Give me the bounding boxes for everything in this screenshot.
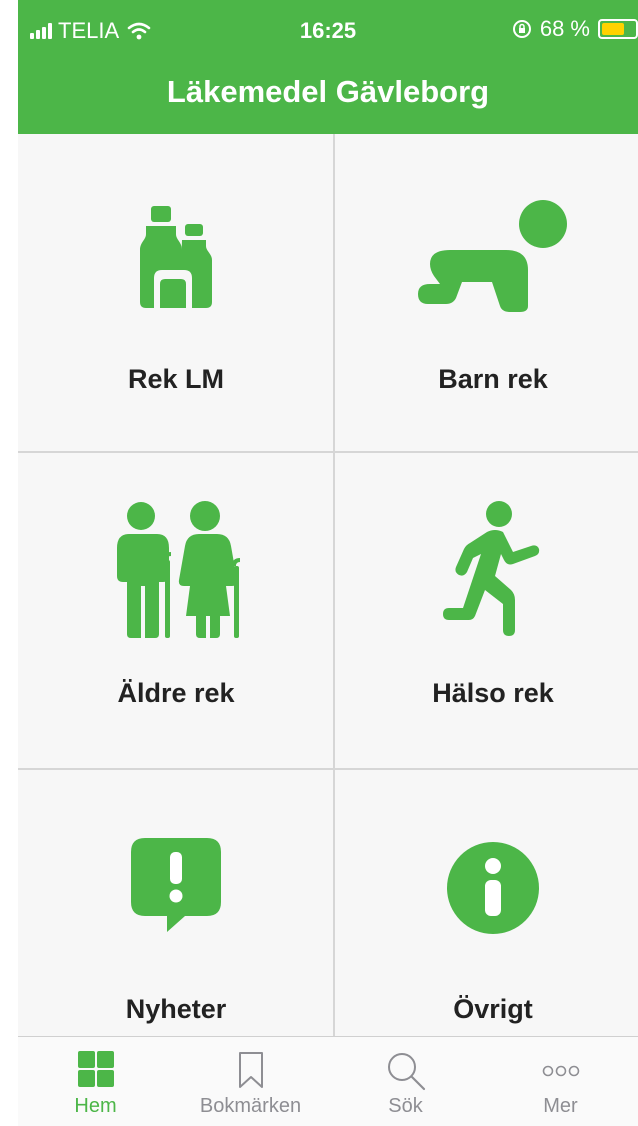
more-icon — [542, 1065, 579, 1077]
grid-divider-horizontal — [18, 768, 638, 770]
battery-percent: 68 % — [539, 16, 590, 41]
running-person-icon — [443, 501, 540, 636]
medicine-bottles-icon — [140, 206, 212, 308]
tile-aldre-rek[interactable]: Äldre rek — [18, 452, 334, 768]
tab-bokmarken[interactable]: Bokmärken — [173, 1037, 328, 1126]
page-title: Läkemedel Gävleborg — [166, 74, 490, 109]
info-circle-icon — [447, 842, 539, 934]
tab-sok[interactable]: Sök — [328, 1037, 483, 1126]
rotation-lock-icon — [512, 20, 531, 38]
elderly-couple-icon — [117, 501, 241, 638]
grid-divider-vertical — [333, 134, 335, 1036]
tile-label: Nyheter — [125, 994, 227, 1024]
tile-barn-rek[interactable]: Barn rek — [335, 134, 638, 450]
tab-mer[interactable]: Mer — [483, 1037, 638, 1126]
grid-icon — [77, 1051, 114, 1087]
grid-divider-horizontal — [18, 451, 638, 453]
app-header: TELIA 16:25 68 % Läkemedel Gävleborg — [18, 0, 638, 134]
tab-label: Hem — [74, 1095, 117, 1117]
tab-bar: Hem Bokmärken Sök Mer — [18, 1036, 638, 1126]
tile-rek-lm[interactable]: Rek LM — [18, 134, 334, 450]
status-bar: TELIA 16:25 68 % — [18, 14, 638, 48]
search-icon — [387, 1053, 425, 1091]
tab-hem[interactable]: Hem — [18, 1037, 173, 1126]
battery-icon — [598, 19, 638, 39]
exclamation-speech-bubble-icon — [131, 838, 221, 932]
tile-label: Hälso rek — [432, 678, 554, 708]
crawling-baby-icon — [418, 200, 567, 312]
tile-label: Rek LM — [127, 364, 225, 394]
tile-label: Äldre rek — [117, 678, 235, 708]
tile-halso-rek[interactable]: Hälso rek — [335, 452, 638, 768]
tile-label: Övrigt — [453, 994, 533, 1024]
status-right: 68 % — [512, 16, 638, 42]
app-screen: TELIA 16:25 68 % Läkemedel Gävleborg Rek… — [18, 0, 638, 1126]
battery-fill — [602, 23, 624, 35]
tab-label: Sök — [388, 1095, 423, 1117]
tile-label: Barn rek — [438, 364, 548, 394]
bookmark-icon — [238, 1052, 263, 1088]
tab-label: Bokmärken — [199, 1095, 302, 1117]
tab-label: Mer — [543, 1095, 578, 1117]
